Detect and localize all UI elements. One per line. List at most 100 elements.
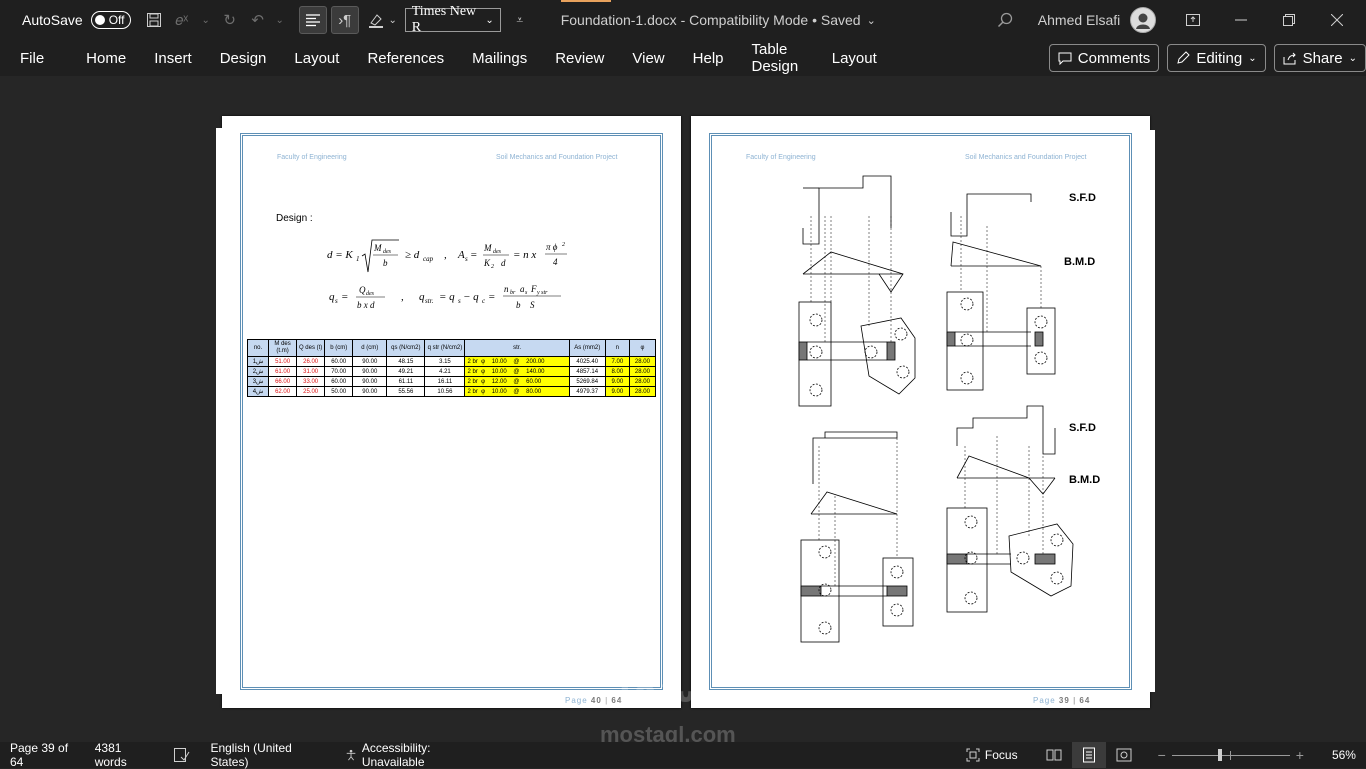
cell-no: 1ش <box>246 356 270 367</box>
tab-design[interactable]: Design <box>206 40 281 76</box>
formula-icon[interactable]: 𝑒ˣ <box>171 9 193 31</box>
svg-text:=: = <box>341 291 348 303</box>
user-name[interactable]: Ahmed Elsafi <box>1038 12 1120 28</box>
accessibility-status[interactable]: Accessibility: Unavailable <box>335 741 488 769</box>
undo-dropdown-icon[interactable]: ⌄ <box>269 9 291 31</box>
page-39[interactable]: Faculty of Engineering Soil Mechanics an… <box>691 116 1150 708</box>
table-row[interactable]: 2ش 61.00 31.00 70.00 90.00 49.21 4.21 2 … <box>246 366 657 377</box>
col-phi: φ <box>628 339 657 357</box>
highlight-icon[interactable] <box>365 9 387 31</box>
undo-icon[interactable]: ↶ <box>247 9 269 31</box>
tab-file[interactable]: File <box>0 40 72 76</box>
tab-home[interactable]: Home <box>72 40 140 76</box>
svg-text:=: = <box>488 291 495 303</box>
customize-toolbar-icon[interactable]: ⩡ <box>509 9 531 31</box>
cell-q-str: 10.56 <box>424 386 466 397</box>
tab-layout[interactable]: Layout <box>280 40 353 76</box>
col-no: no. <box>246 339 270 357</box>
editing-button[interactable]: Editing ⌄ <box>1167 44 1266 72</box>
cell-qs: 55.56 <box>386 386 426 397</box>
minimize-icon[interactable] <box>1230 9 1252 31</box>
tab-table-design[interactable]: Table Design <box>738 40 818 76</box>
col-m-des: M des (t.m) <box>268 339 298 357</box>
svg-text:s: s <box>335 297 338 305</box>
tab-view[interactable]: View <box>618 40 678 76</box>
page-word: Page <box>565 696 588 705</box>
svg-text:b: b <box>383 258 388 268</box>
svg-text:c: c <box>482 297 486 305</box>
design-label: Design : <box>276 213 313 224</box>
title-bar: AutoSave Off 𝑒ˣ ⌄ ↻ ↶ ⌄ ›¶ ⌄ Times New R… <box>0 0 1366 40</box>
cell-n: 8.00 <box>604 366 630 377</box>
col-str: str. <box>464 339 570 357</box>
accessibility-label: Accessibility: Unavailable <box>361 741 431 769</box>
cell-qs: 49.21 <box>386 366 426 377</box>
tab-mailings[interactable]: Mailings <box>458 40 541 76</box>
language[interactable]: English (United States) <box>200 741 326 769</box>
font-name-select[interactable]: Times New R ⌄ <box>404 4 501 35</box>
cell-d: 90.00 <box>352 356 388 367</box>
col-q-des: Q des (t) <box>296 339 326 357</box>
page-40[interactable]: Faculty of Engineering Soil Mechanics an… <box>222 116 681 708</box>
proofing-icon[interactable] <box>164 748 200 762</box>
cell-phi: 28.00 <box>628 366 657 377</box>
share-label: Share <box>1302 49 1343 67</box>
ribbon-display-icon[interactable] <box>1182 9 1204 31</box>
save-icon[interactable] <box>143 9 165 31</box>
title-accent <box>561 0 611 2</box>
tab-table-layout[interactable]: Layout <box>818 40 891 76</box>
zoom-track[interactable] <box>1171 749 1290 761</box>
col-qs: qs (N/cm2) <box>386 339 426 357</box>
design-table[interactable]: no. M des (t.m) Q des (t) b (cm) d (cm) … <box>246 339 657 397</box>
svg-text:2: 2 <box>562 242 565 248</box>
zoom-thumb[interactable] <box>1217 749 1222 761</box>
col-n: n <box>604 339 630 357</box>
search-icon[interactable] <box>994 9 1016 31</box>
svg-text:Q: Q <box>359 285 366 295</box>
document-title[interactable]: Foundation-1.docx - Compatibility Mode •… <box>561 12 876 28</box>
read-mode-icon[interactable] <box>1036 748 1072 762</box>
svg-text:des: des <box>383 249 392 255</box>
cell-m-des: 51.00 <box>268 356 298 367</box>
tab-review[interactable]: Review <box>541 40 618 76</box>
restore-icon[interactable] <box>1278 9 1300 31</box>
table-row[interactable]: 1ش 51.00 26.00 60.00 90.00 48.15 3.15 2 … <box>246 356 657 367</box>
cell-phi: 28.00 <box>628 356 657 367</box>
autosave-toggle[interactable]: Off <box>90 11 131 29</box>
avatar[interactable] <box>1130 7 1157 33</box>
web-layout-icon[interactable] <box>1106 748 1142 762</box>
comments-button[interactable]: Comments <box>1048 44 1160 72</box>
col-q-str: q str (N/cm2) <box>424 339 466 357</box>
tab-help[interactable]: Help <box>679 40 738 76</box>
tab-references[interactable]: References <box>353 40 458 76</box>
close-icon[interactable] <box>1326 9 1348 31</box>
table-row[interactable]: 4ش 62.00 25.00 50.00 90.00 55.56 10.56 2… <box>246 386 657 397</box>
toggle-knob <box>94 15 105 25</box>
zoom-out-icon[interactable]: − <box>1158 747 1166 763</box>
redo-icon[interactable]: ↻ <box>219 9 241 31</box>
autosave-group[interactable]: AutoSave Off <box>22 11 131 29</box>
word-count[interactable]: 4381 words <box>85 741 159 769</box>
zoom-slider[interactable]: − + <box>1148 747 1314 763</box>
print-layout-icon[interactable] <box>1071 742 1106 768</box>
chevron-down-icon: ⌄ <box>1248 52 1257 64</box>
highlight-dropdown-icon[interactable]: ⌄ <box>387 9 399 31</box>
equation-shear: qs = Qdes b x d , q str. = qs − qc = n br … <box>329 282 579 319</box>
cell-n: 7.00 <box>604 356 630 367</box>
svg-text:= n x: = n x <box>513 249 536 261</box>
svg-text:,: , <box>444 249 447 261</box>
page-info[interactable]: Page 39 of 64 <box>0 741 85 769</box>
table-row[interactable]: 3ش 66.00 33.00 60.00 90.00 61.11 16.11 2… <box>246 376 657 387</box>
zoom-in-icon[interactable]: + <box>1296 747 1304 763</box>
tab-insert[interactable]: Insert <box>140 40 206 76</box>
align-left-icon[interactable] <box>298 6 327 34</box>
document-area[interactable]: Faculty of Engineering Soil Mechanics an… <box>0 76 1366 746</box>
cell-b: 60.00 <box>324 356 354 367</box>
zoom-level[interactable]: 56% <box>1322 748 1366 762</box>
svg-text:1: 1 <box>356 255 360 263</box>
chevron-down-icon[interactable]: ⌄ <box>195 9 217 31</box>
focus-button[interactable]: Focus <box>956 748 1028 762</box>
share-button[interactable]: Share ⌄ <box>1273 44 1366 72</box>
paragraph-mark-icon[interactable]: ›¶ <box>330 6 359 34</box>
focus-icon <box>966 748 980 762</box>
